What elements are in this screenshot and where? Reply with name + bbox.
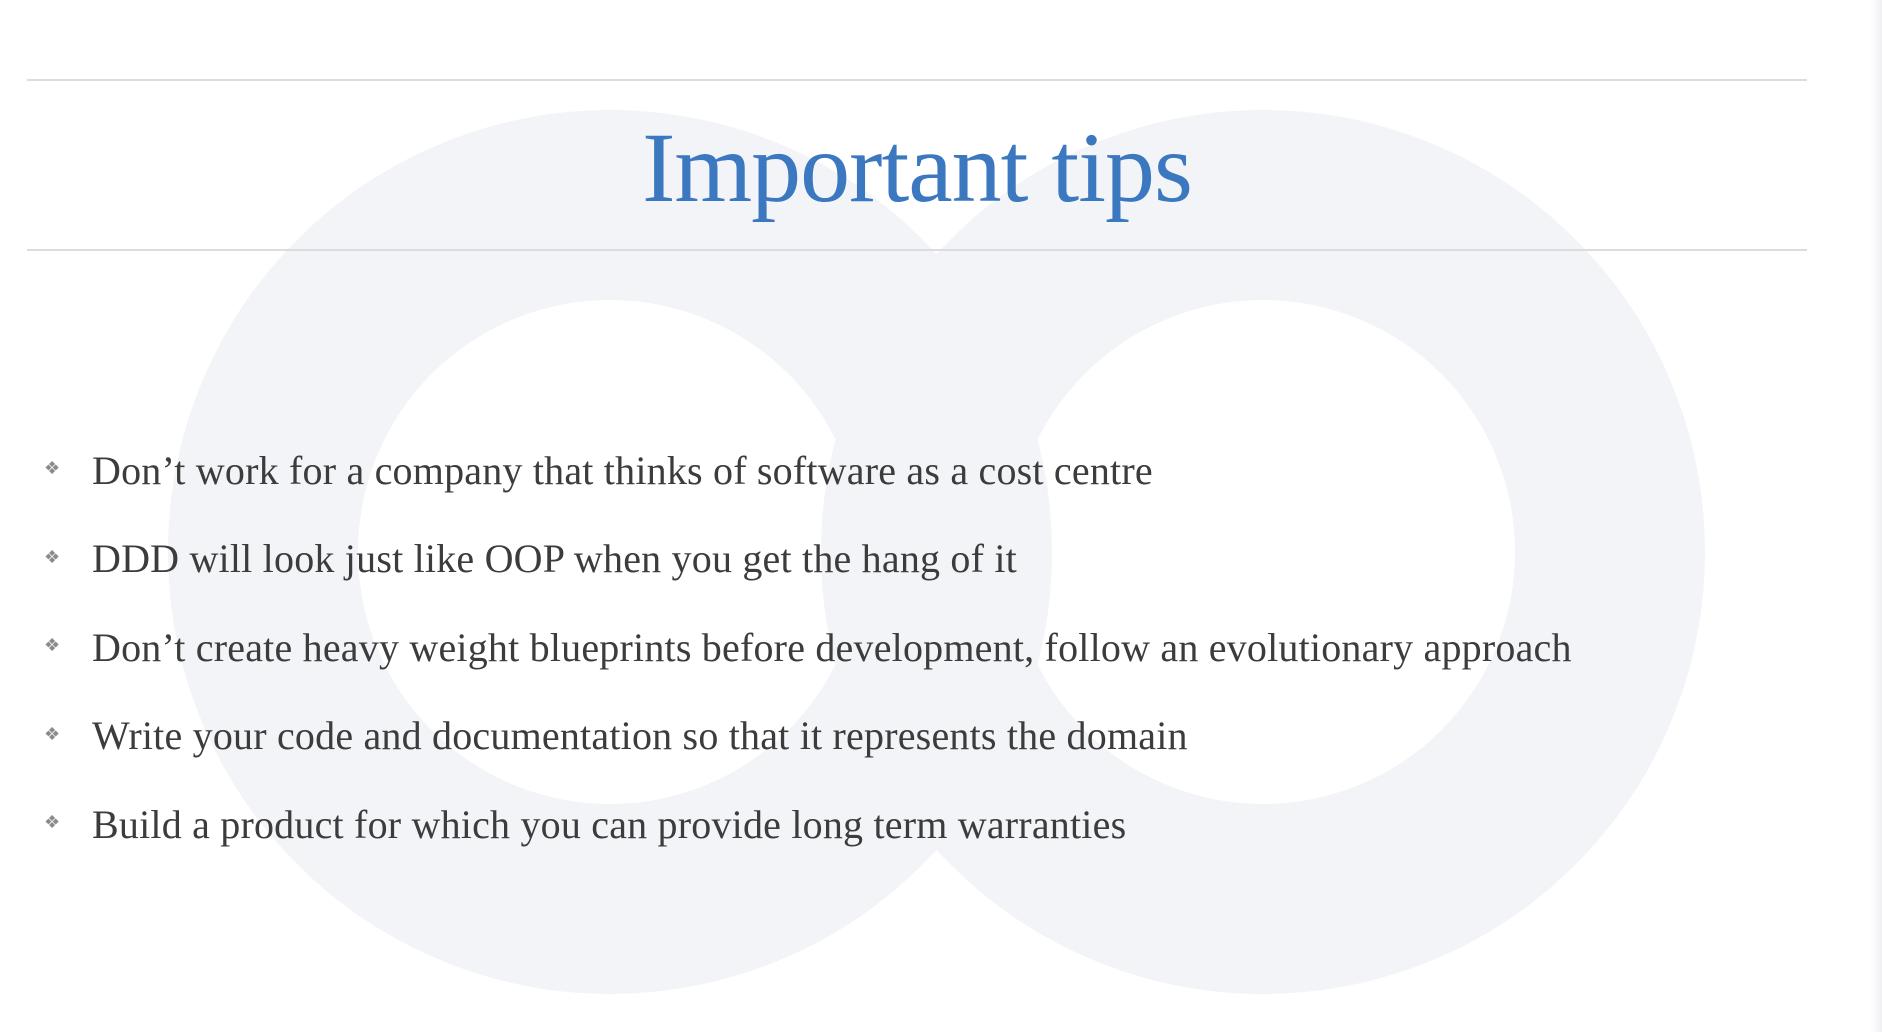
presentation-slide: Important tips ❖ Don’t work for a compan… (0, 0, 1882, 1032)
tip-text: Don’t work for a company that thinks of … (92, 447, 1153, 493)
tip-text: Don’t create heavy weight blueprints bef… (92, 624, 1572, 670)
tip-text: Build a product for which you can provid… (92, 801, 1127, 847)
tip-text: Write your code and documentation so tha… (92, 713, 1188, 759)
tip-item: ❖ Don’t work for a company that thinks o… (44, 426, 1572, 515)
diamond-bullet-icon: ❖ (44, 546, 61, 567)
slide-edge-shadow (1870, 0, 1882, 1032)
diamond-bullet-icon: ❖ (44, 723, 61, 744)
tip-item: ❖ Don’t create heavy weight blueprints b… (44, 603, 1572, 692)
tip-item: ❖ DDD will look just like OOP when you g… (44, 515, 1572, 604)
diamond-bullet-icon: ❖ (44, 635, 61, 656)
title-rule-top (27, 79, 1807, 81)
tip-text: DDD will look just like OOP when you get… (92, 536, 1017, 582)
tips-list: ❖ Don’t work for a company that thinks o… (44, 426, 1572, 869)
diamond-bullet-icon: ❖ (44, 458, 61, 479)
diamond-bullet-icon: ❖ (44, 812, 61, 833)
tip-item: ❖ Write your code and documentation so t… (44, 692, 1572, 781)
tip-item: ❖ Build a product for which you can prov… (44, 780, 1572, 869)
slide-title: Important tips (642, 112, 1193, 223)
title-rule-bottom (27, 249, 1807, 251)
